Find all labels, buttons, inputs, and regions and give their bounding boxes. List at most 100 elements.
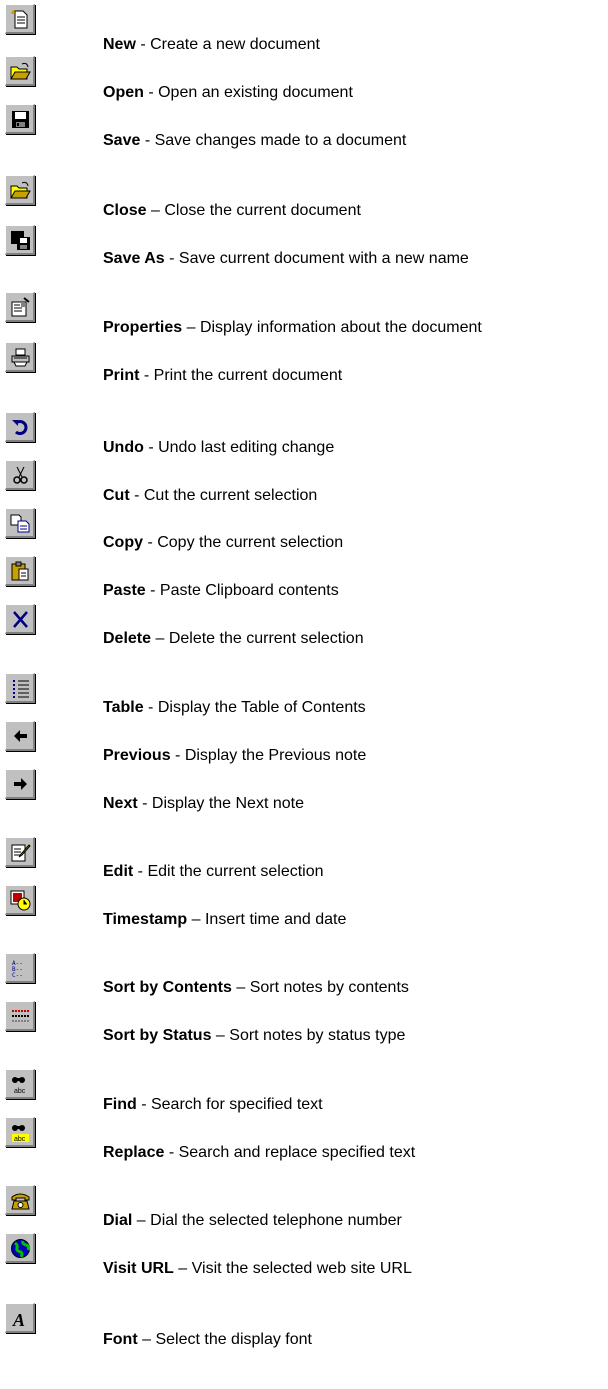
list-item-print: Print - Print the current document [103, 366, 342, 386]
list-item-next: Next - Display the Next note [103, 794, 304, 814]
list-item-save: Save - Save changes made to a document [103, 131, 406, 151]
separator: - [140, 132, 155, 149]
list-item-dial: Dial – Dial the selected telephone numbe… [103, 1211, 402, 1231]
list-item-open: Open - Open an existing document [103, 83, 353, 103]
close-folder-icon [5, 175, 35, 205]
separator: – [182, 319, 200, 336]
properties-icon [5, 292, 35, 322]
sort-by-status-icon [5, 1001, 35, 1031]
command-description: Print the current document [153, 367, 343, 384]
command-description: Visit the selected web site URL [191, 1260, 412, 1277]
command-name: Properties [103, 319, 183, 336]
command-description: Open an existing document [158, 84, 353, 101]
separator: - [164, 1144, 179, 1161]
save-as-icon [5, 225, 35, 255]
command-name: Font [103, 1331, 138, 1348]
paste-clipboard-icon [5, 556, 35, 586]
save-floppy-icon [5, 104, 35, 134]
list-item-visit-url: Visit URL – Visit the selected web site … [103, 1259, 412, 1279]
open-folder-icon [5, 56, 35, 86]
printer-icon [5, 342, 35, 372]
list-item-close: Close – Close the current document [103, 201, 361, 221]
separator: - [137, 795, 152, 812]
command-description: Insert time and date [204, 911, 347, 928]
separator: – [137, 1331, 156, 1348]
command-description: Sort notes by status type [229, 1027, 406, 1044]
telephone-icon [5, 1185, 35, 1215]
command-name: Replace [103, 1144, 165, 1161]
command-description: Edit the current selection [147, 863, 324, 880]
timestamp-clock-icon [5, 885, 35, 915]
list-item-paste: Paste - Paste Clipboard contents [103, 581, 339, 601]
separator: – [231, 979, 250, 996]
list-item-properties: Properties – Display information about t… [103, 318, 482, 338]
separator: - [145, 582, 160, 599]
list-item-save-as: Save As - Save current document with a n… [103, 249, 469, 269]
list-item-find: Find - Search for specified text [103, 1095, 323, 1115]
replace-binoculars-icon: abc [5, 1117, 35, 1147]
command-description: Cut the current selection [143, 487, 318, 504]
command-name: Delete [103, 630, 152, 647]
globe-icon [5, 1233, 35, 1263]
separator: - [133, 863, 148, 880]
command-name: Save [103, 132, 141, 149]
separator: – [132, 1212, 151, 1229]
command-name: New [103, 36, 136, 53]
command-description: Display the Next note [151, 795, 304, 812]
table-of-contents-icon [5, 673, 35, 703]
command-description: Dial the selected telephone number [150, 1212, 402, 1229]
command-description: Close the current document [164, 202, 361, 219]
command-name: Table [103, 699, 144, 716]
command-description: Search and replace specified text [178, 1144, 416, 1161]
command-name: Cut [103, 487, 130, 504]
arrow-right-icon [5, 769, 35, 799]
command-description: Display the Table of Contents [157, 699, 366, 716]
command-name: Paste [103, 582, 146, 599]
separator: - [143, 439, 159, 456]
command-description: Display the Previous note [184, 747, 367, 764]
separator: - [143, 84, 159, 101]
command-name: Dial [103, 1212, 133, 1229]
command-name: Print [103, 367, 140, 384]
separator: - [135, 36, 151, 53]
command-description: Select the display font [155, 1331, 312, 1348]
list-item-previous: Previous - Display the Previous note [103, 746, 366, 766]
scissors-icon [5, 460, 35, 490]
separator: - [143, 699, 158, 716]
find-binoculars-icon: abc [5, 1069, 35, 1099]
separator: – [146, 202, 165, 219]
command-description: Copy the current selection [157, 534, 344, 551]
separator: - [129, 487, 144, 504]
command-name: Sort by Contents [103, 979, 232, 996]
command-description: Display information about the document [199, 319, 482, 336]
list-item-table: Table - Display the Table of Contents [103, 698, 366, 718]
command-description: Delete the current selection [168, 630, 364, 647]
list-item-copy: Copy - Copy the current selection [103, 533, 343, 553]
list-item-replace: Replace - Search and replace specified t… [103, 1143, 415, 1163]
list-item-delete: Delete – Delete the current selection [103, 629, 364, 649]
separator: – [173, 1260, 192, 1277]
separator: - [139, 367, 154, 384]
delete-x-icon [5, 604, 35, 634]
command-name: Timestamp [103, 911, 188, 928]
list-item-cut: Cut - Cut the current selection [103, 486, 317, 506]
command-name: Sort by Status [103, 1027, 212, 1044]
list-item-sort-by-contents: Sort by Contents – Sort notes by content… [103, 978, 409, 998]
command-name: Save As [103, 250, 165, 267]
command-description: Undo last editing change [158, 439, 335, 456]
list-item-undo: Undo - Undo last editing change [103, 438, 334, 458]
list-item-new: New - Create a new document [103, 35, 320, 55]
separator: – [151, 630, 169, 647]
list-item-sort-by-status: Sort by Status – Sort notes by status ty… [103, 1026, 405, 1046]
command-name: Copy [103, 534, 143, 551]
separator: – [187, 911, 205, 928]
separator: - [143, 534, 158, 551]
command-name: Close [103, 202, 147, 219]
separator: - [164, 250, 179, 267]
command-name: Previous [103, 747, 171, 764]
svg-text:abc: abc [14, 1088, 26, 1095]
command-name: Visit URL [103, 1260, 174, 1277]
arrow-left-icon [5, 721, 35, 751]
separator: – [211, 1027, 230, 1044]
command-description: Save changes made to a document [154, 132, 407, 149]
